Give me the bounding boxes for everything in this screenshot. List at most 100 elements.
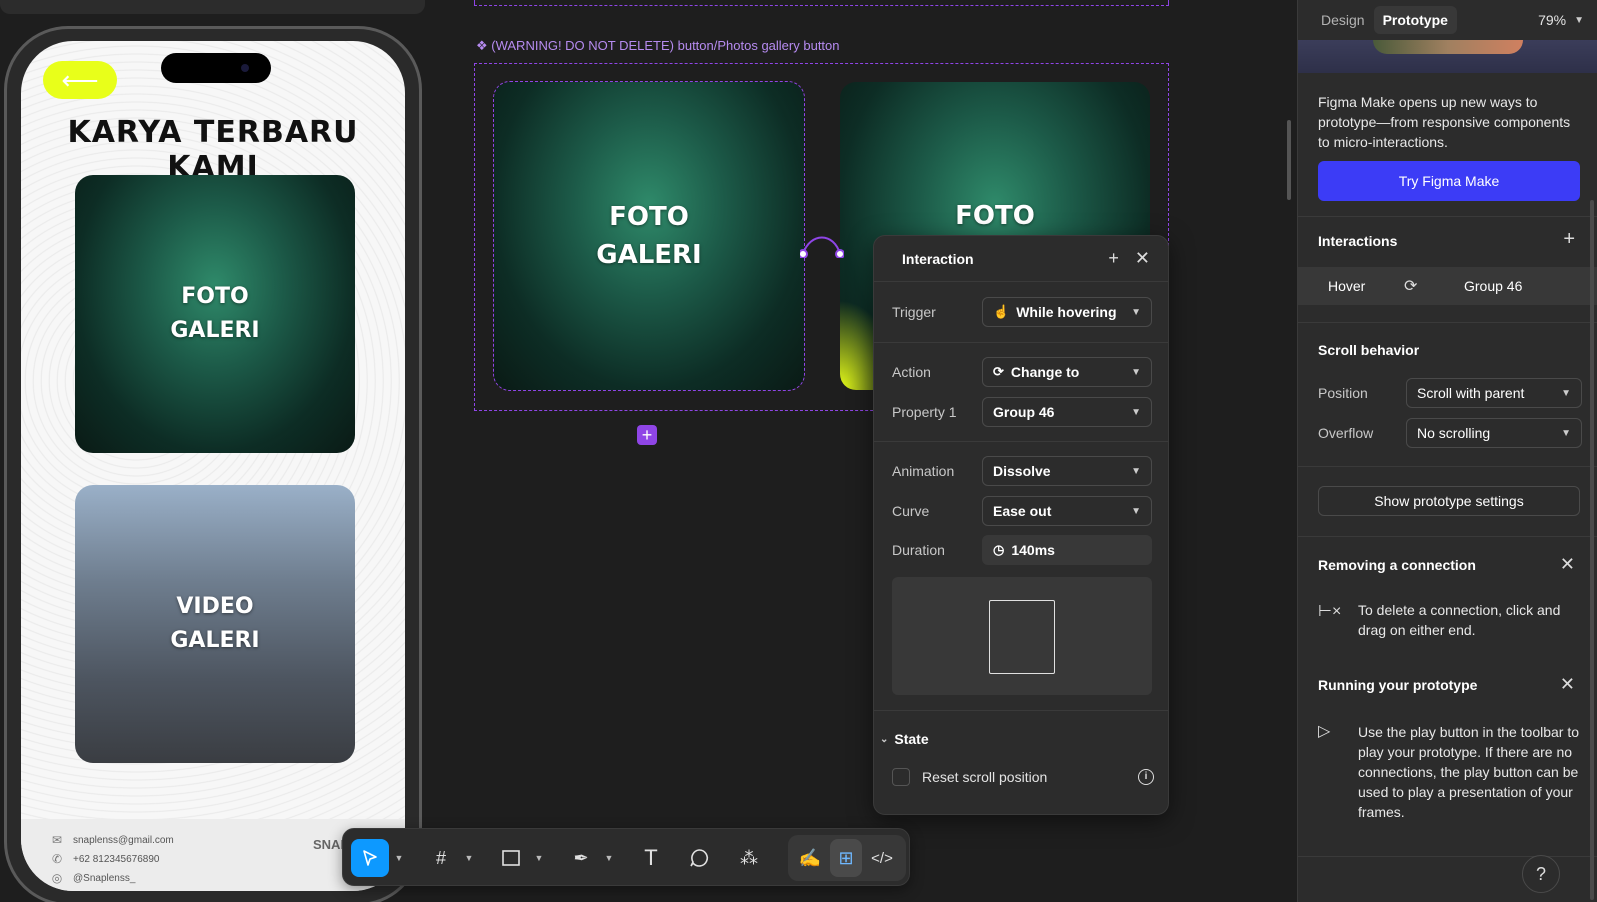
- tip-remove-title: Removing a connection: [1318, 557, 1476, 573]
- contact-instagram-text: @Snaplenss_: [73, 872, 136, 884]
- close-icon[interactable]: ✕: [1135, 248, 1150, 269]
- move-tool-caret[interactable]: ▼: [393, 839, 405, 877]
- show-prototype-settings-button[interactable]: Show prototype settings: [1318, 486, 1580, 516]
- state-section-header[interactable]: ⌄ State: [880, 731, 929, 747]
- chevron-down-icon: ▼: [1131, 406, 1141, 418]
- trigger-value: While hovering: [1016, 304, 1117, 320]
- component-set-label[interactable]: ❖ (WARNING! DO NOT DELETE) button/Photos…: [476, 38, 840, 54]
- zoom-value: 79%: [1538, 12, 1567, 28]
- action-select[interactable]: ⟳ Change to ▼: [982, 357, 1152, 387]
- pen-icon[interactable]: ✒: [565, 839, 597, 877]
- curve-label: Curve: [892, 503, 930, 519]
- divider: [874, 441, 1168, 442]
- curve-row: Curve Ease out ▼: [892, 496, 1154, 526]
- interaction-item[interactable]: Hover ⟳ Group 46: [1298, 267, 1597, 305]
- contact-phone: ✆ +62 812345676890: [49, 852, 160, 866]
- design-mode-icon[interactable]: ⊞: [830, 839, 862, 877]
- tab-design[interactable]: Design: [1312, 6, 1374, 34]
- action-label: Action: [892, 364, 931, 380]
- hover-hand-icon: ☝: [993, 304, 1010, 319]
- animation-preview: [892, 577, 1152, 695]
- draw-mode-icon[interactable]: ✍: [794, 839, 826, 877]
- photo-gallery-label: FOTO GALERI: [170, 280, 259, 348]
- duration-value: 140ms: [1011, 542, 1055, 558]
- animation-select[interactable]: Dissolve ▼: [982, 456, 1152, 486]
- duration-input[interactable]: ◷ 140ms: [982, 535, 1152, 565]
- chevron-down-icon: ▼: [1131, 366, 1141, 378]
- divider: [874, 342, 1168, 343]
- chevron-down-icon: ⌄: [880, 733, 889, 745]
- contact-instagram: ◎ @Snaplenss_: [49, 871, 136, 885]
- phone-frame[interactable]: ⟵ KARYA TERBARU KAMI FOTO GALERI VIDEO G…: [4, 26, 422, 902]
- overflow-select[interactable]: No scrolling ▼: [1406, 418, 1582, 448]
- frame-tool-caret[interactable]: ▼: [463, 839, 475, 877]
- add-variant-button[interactable]: +: [637, 425, 657, 445]
- reset-scroll-option[interactable]: Reset scroll position: [892, 768, 1047, 786]
- info-icon[interactable]: i: [1138, 769, 1154, 785]
- action-row: Action ⟳ Change to ▼: [892, 357, 1154, 387]
- animation-preview-box: [989, 600, 1055, 674]
- reset-scroll-checkbox[interactable]: [892, 768, 910, 786]
- shape-tool-caret[interactable]: ▼: [533, 839, 545, 877]
- rectangle-icon[interactable]: [495, 839, 527, 877]
- rectangle-shape-icon: [502, 850, 520, 866]
- scroll-behavior-title: Scroll behavior: [1318, 342, 1420, 358]
- prototype-connection-arrow[interactable]: [800, 228, 844, 258]
- phone-screen: ⟵ KARYA TERBARU KAMI FOTO GALERI VIDEO G…: [21, 41, 405, 891]
- dev-mode-icon[interactable]: </>: [866, 839, 898, 877]
- frame-header-bar: [0, 0, 425, 14]
- trigger-select[interactable]: ☝ While hovering ▼: [982, 297, 1152, 327]
- move-tool-button[interactable]: [351, 839, 389, 877]
- help-button[interactable]: ?: [1522, 855, 1560, 893]
- variant-default-label: FOTO GALERI: [596, 198, 702, 274]
- panel-scrollbar[interactable]: [1590, 200, 1594, 900]
- phone-icon: ✆: [51, 852, 63, 866]
- contact-email: ✉ snaplenss@gmail.com: [49, 833, 174, 847]
- swap-icon: ⟳: [1404, 278, 1418, 295]
- canvas-scrollbar[interactable]: [1287, 120, 1291, 200]
- chevron-down-icon: ▼: [1131, 505, 1141, 517]
- timer-icon: ◷: [993, 542, 1005, 557]
- photo-gallery-card[interactable]: FOTO GALERI: [75, 175, 355, 453]
- add-interaction-icon[interactable]: +: [1563, 228, 1575, 251]
- divider: [1298, 466, 1597, 467]
- animation-row: Animation Dissolve ▼: [892, 456, 1154, 486]
- chevron-down-icon: ▼: [1561, 427, 1571, 439]
- tip-run-text: Use the play button in the toolbar to pl…: [1358, 724, 1580, 820]
- interaction-trigger: Hover: [1328, 278, 1366, 294]
- add-icon[interactable]: +: [1108, 248, 1119, 269]
- text-icon[interactable]: T: [635, 839, 667, 877]
- photo-gallery-line2: GALERI: [170, 318, 260, 343]
- promo-image: [1298, 40, 1597, 73]
- position-select[interactable]: Scroll with parent ▼: [1406, 378, 1582, 408]
- overflow-value: No scrolling: [1417, 425, 1491, 441]
- video-gallery-line1: VIDEO: [176, 594, 254, 619]
- pen-tool-caret[interactable]: ▼: [603, 839, 615, 877]
- divider: [874, 710, 1168, 711]
- dynamic-island: [161, 53, 271, 83]
- mail-icon: ✉: [51, 833, 63, 847]
- action-value: Change to: [1010, 364, 1080, 380]
- position-value: Scroll with parent: [1417, 385, 1525, 401]
- zoom-control[interactable]: 79% ▼: [1538, 12, 1584, 28]
- frame-icon[interactable]: #: [425, 839, 457, 877]
- tab-prototype[interactable]: Prototype: [1373, 6, 1457, 34]
- play-icon: ▷: [1318, 723, 1331, 740]
- close-icon[interactable]: ✕: [1560, 554, 1575, 575]
- comment-icon[interactable]: [683, 839, 715, 877]
- video-gallery-label: VIDEO GALERI: [170, 590, 259, 658]
- video-gallery-card[interactable]: VIDEO GALERI: [75, 485, 355, 763]
- try-figma-make-button[interactable]: Try Figma Make: [1318, 161, 1580, 201]
- animation-value: Dissolve: [993, 463, 1051, 479]
- back-button[interactable]: ⟵: [43, 61, 117, 99]
- contact-phone-text: +62 812345676890: [73, 853, 160, 865]
- close-icon[interactable]: ✕: [1560, 674, 1575, 695]
- design-canvas[interactable]: ⟵ KARYA TERBARU KAMI FOTO GALERI VIDEO G…: [0, 0, 1297, 902]
- assets-icon[interactable]: ⁂: [733, 839, 765, 877]
- component-frame-above: [474, 0, 1169, 6]
- variant-default[interactable]: FOTO GALERI: [493, 81, 805, 391]
- divider: [1298, 322, 1597, 323]
- duration-row: Duration ◷ 140ms: [892, 535, 1154, 565]
- property-select[interactable]: Group 46 ▼: [982, 397, 1152, 427]
- curve-select[interactable]: Ease out ▼: [982, 496, 1152, 526]
